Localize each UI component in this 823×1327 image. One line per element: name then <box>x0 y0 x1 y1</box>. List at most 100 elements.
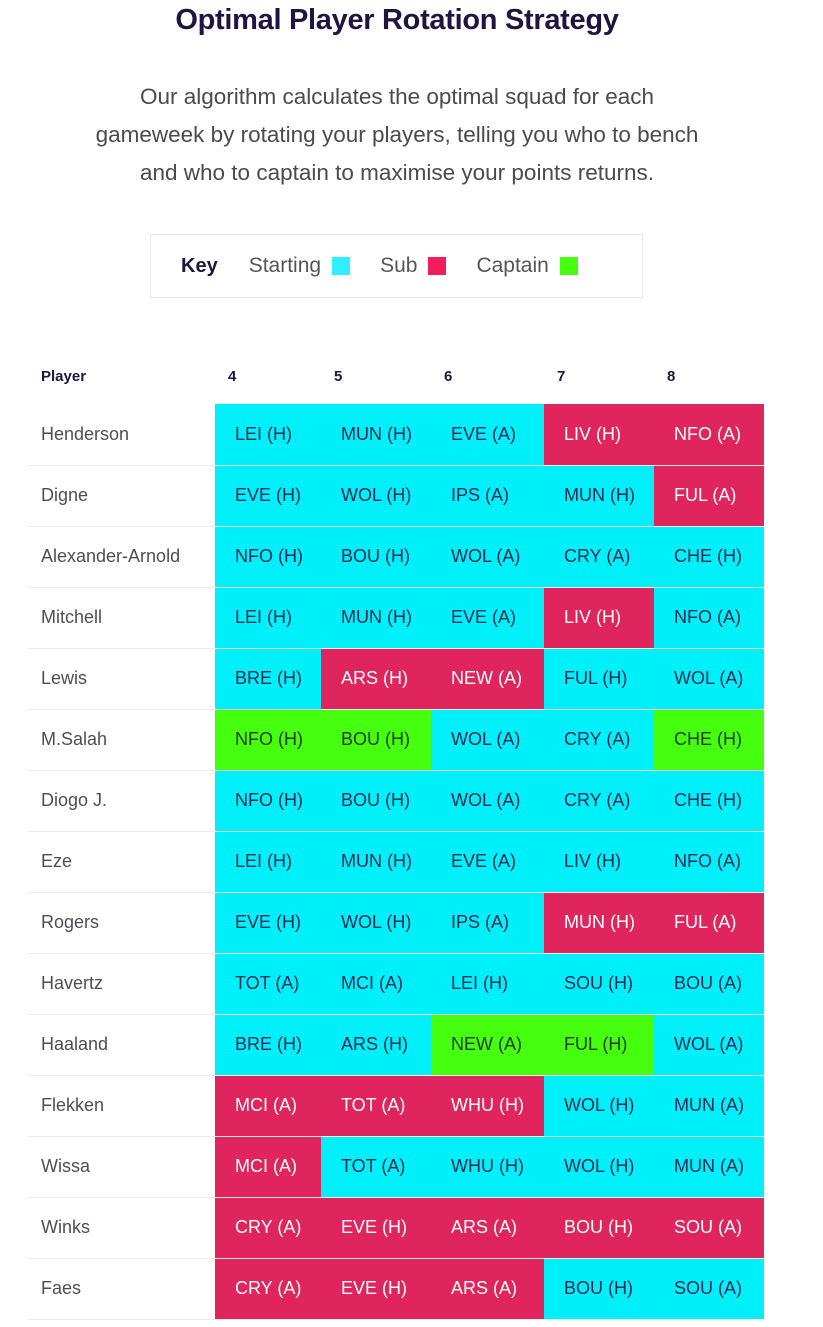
key-item-starting: Starting <box>249 254 351 278</box>
fixture-cell-sub: EVE (H) <box>321 1197 431 1259</box>
legend-key: Key Starting Sub Captain <box>150 234 643 298</box>
fixture-cell-starting: EVE (H) <box>215 892 321 954</box>
fixture-cell-starting: WOL (A) <box>431 526 544 588</box>
fixture-cell-starting: NFO (H) <box>215 526 321 588</box>
fixture-cell-sub: TOT (A) <box>321 1075 431 1137</box>
fixture-cell-starting: MUN (H) <box>321 831 431 893</box>
fixture-cell-sub: WHU (H) <box>431 1075 544 1137</box>
fixture-cell-starting: NFO (H) <box>215 770 321 832</box>
fixture-cell-sub: LIV (H) <box>544 587 654 649</box>
player-name: Digne <box>28 465 215 527</box>
page-title: Optimal Player Rotation Strategy <box>175 4 619 36</box>
table-row: Wissa MCI (A) TOT (A) WHU (H) WOL (H) MUN (A) <box>28 1136 764 1198</box>
intro-line: and who to captain to maximise your poin… <box>139 160 654 185</box>
fixture-cell-starting: MUN (H) <box>321 404 431 466</box>
player-name: Wissa <box>28 1136 215 1198</box>
fixture-cell-starting: CHE (H) <box>654 526 764 588</box>
table-row: Alexander-Arnold NFO (H) BOU (H) WOL (A) CRY… <box>28 526 764 588</box>
column-header-gameweek: 5 <box>334 367 343 385</box>
starting-swatch-icon <box>332 257 351 275</box>
fixture-cell-starting: BRE (H) <box>215 1014 321 1076</box>
table-row: Winks CRY (A) EVE (H) ARS (A) BOU (H) SOU (A) <box>28 1197 764 1259</box>
fixture-cell-sub: FUL (A) <box>654 892 764 954</box>
column-header-gameweek: 4 <box>228 367 237 385</box>
fixture-cell-captain: NEW (A) <box>431 1014 544 1076</box>
fixture-cell-starting: EVE (A) <box>431 404 544 466</box>
key-item-label: Captain <box>476 254 549 277</box>
fixture-cell-starting: CHE (H) <box>654 770 764 832</box>
player-name: Rogers <box>28 892 215 954</box>
fixture-cell-starting: TOT (A) <box>215 953 321 1015</box>
key-item-sub: Sub <box>380 254 447 278</box>
fixture-cell-starting: LIV (H) <box>544 831 654 893</box>
fixture-cell-starting: ARS (H) <box>321 1014 431 1076</box>
table-row: Lewis BRE (H) ARS (H) NEW (A) FUL (H) WOL (A) <box>28 648 764 710</box>
table-body: Henderson LEI (H) MUN (H) EVE (A) LIV (H) NFO… <box>28 404 764 1320</box>
fixture-cell-starting: IPS (A) <box>431 892 544 954</box>
fixture-cell-captain: NFO (H) <box>215 709 321 771</box>
fixture-cell-starting: EVE (A) <box>431 587 544 649</box>
fixture-cell-sub: MCI (A) <box>215 1136 321 1198</box>
fixture-cell-sub: BOU (H) <box>544 1197 654 1259</box>
fixture-cell-sub: NEW (A) <box>431 648 544 710</box>
table-row: Rogers EVE (H) WOL (H) IPS (A) MUN (H) FUL (A… <box>28 892 764 954</box>
fixture-cell-sub: CRY (A) <box>215 1197 321 1259</box>
fixture-cell-starting: CRY (A) <box>544 709 654 771</box>
fixture-cell-starting: CRY (A) <box>544 526 654 588</box>
player-name: Mitchell <box>28 587 215 649</box>
fixture-cell-sub: FUL (A) <box>654 465 764 527</box>
fixture-cell-starting: BOU (H) <box>544 1258 654 1320</box>
fixture-cell-starting: LEI (H) <box>431 953 544 1015</box>
fixture-cell-sub: ARS (A) <box>431 1258 544 1320</box>
table-row: Digne EVE (H) WOL (H) IPS (A) MUN (H) FUL (A) <box>28 465 764 527</box>
table-row: Diogo J. NFO (H) BOU (H) WOL (A) CRY (A) CHE … <box>28 770 764 832</box>
rotation-table: Player 4 5 6 7 8 Henderson LEI (H) MUN (H)… <box>28 348 764 1320</box>
fixture-cell-sub: NFO (A) <box>654 404 764 466</box>
fixture-cell-starting: MUN (A) <box>654 1075 764 1137</box>
player-name: Henderson <box>28 404 215 466</box>
fixture-cell-starting: MUN (H) <box>321 587 431 649</box>
fixture-cell-starting: WOL (A) <box>431 770 544 832</box>
fixture-cell-starting: WHU (H) <box>431 1136 544 1198</box>
player-name: Eze <box>28 831 215 893</box>
table-row: Henderson LEI (H) MUN (H) EVE (A) LIV (H) NFO… <box>28 404 764 466</box>
table-row: M.Salah NFO (H) BOU (H) WOL (A) CRY (A) CHE (… <box>28 709 764 771</box>
fixture-cell-starting: MUN (H) <box>544 465 654 527</box>
column-header-gameweek: 6 <box>444 367 453 385</box>
fixture-cell-starting: SOU (A) <box>654 1258 764 1320</box>
fixture-cell-starting: MCI (A) <box>321 953 431 1015</box>
fixture-cell-sub: ARS (A) <box>431 1197 544 1259</box>
fixture-cell-starting: LEI (H) <box>215 831 321 893</box>
player-name: M.Salah <box>28 709 215 771</box>
table-row: Mitchell LEI (H) MUN (H) EVE (A) LIV (H) NFO … <box>28 587 764 649</box>
intro-line: gameweek by rotating your players, telli… <box>95 122 699 147</box>
fixture-cell-starting: LEI (H) <box>215 404 321 466</box>
fixture-cell-starting: CRY (A) <box>544 770 654 832</box>
fixture-cell-starting: BOU (H) <box>321 770 431 832</box>
fixture-cell-starting: WOL (H) <box>321 465 431 527</box>
player-name: Haaland <box>28 1014 215 1076</box>
intro-text: Our algorithm calculates the optimal squ… <box>0 78 794 192</box>
fixture-cell-starting: EVE (H) <box>215 465 321 527</box>
fixture-cell-starting: WOL (H) <box>544 1075 654 1137</box>
fixture-cell-starting: BOU (A) <box>654 953 764 1015</box>
fixture-cell-starting: NFO (A) <box>654 831 764 893</box>
table-row: Flekken MCI (A) TOT (A) WHU (H) WOL (H) MUN (… <box>28 1075 764 1137</box>
fixture-cell-starting: BRE (H) <box>215 648 321 710</box>
fixture-cell-starting: SOU (H) <box>544 953 654 1015</box>
fixture-cell-sub: MUN (H) <box>544 892 654 954</box>
table-row: Eze LEI (H) MUN (H) EVE (A) LIV (H) NFO (A) <box>28 831 764 893</box>
column-header-gameweek: 8 <box>667 367 676 385</box>
fixture-cell-starting: WOL (A) <box>654 648 764 710</box>
sub-swatch-icon <box>428 257 447 275</box>
fixture-cell-starting: WOL (H) <box>544 1136 654 1198</box>
fixture-cell-captain: BOU (H) <box>321 709 431 771</box>
key-item-label: Sub <box>380 254 418 277</box>
column-header-player: Player <box>41 367 87 385</box>
fixture-cell-starting: NFO (A) <box>654 587 764 649</box>
table-row: Faes CRY (A) EVE (H) ARS (A) BOU (H) SOU (A) <box>28 1258 764 1320</box>
key-label: Key <box>181 254 218 277</box>
fixture-cell-sub: MCI (A) <box>215 1075 321 1137</box>
fixture-cell-sub: SOU (A) <box>654 1197 764 1259</box>
fixture-cell-sub: LIV (H) <box>544 404 654 466</box>
